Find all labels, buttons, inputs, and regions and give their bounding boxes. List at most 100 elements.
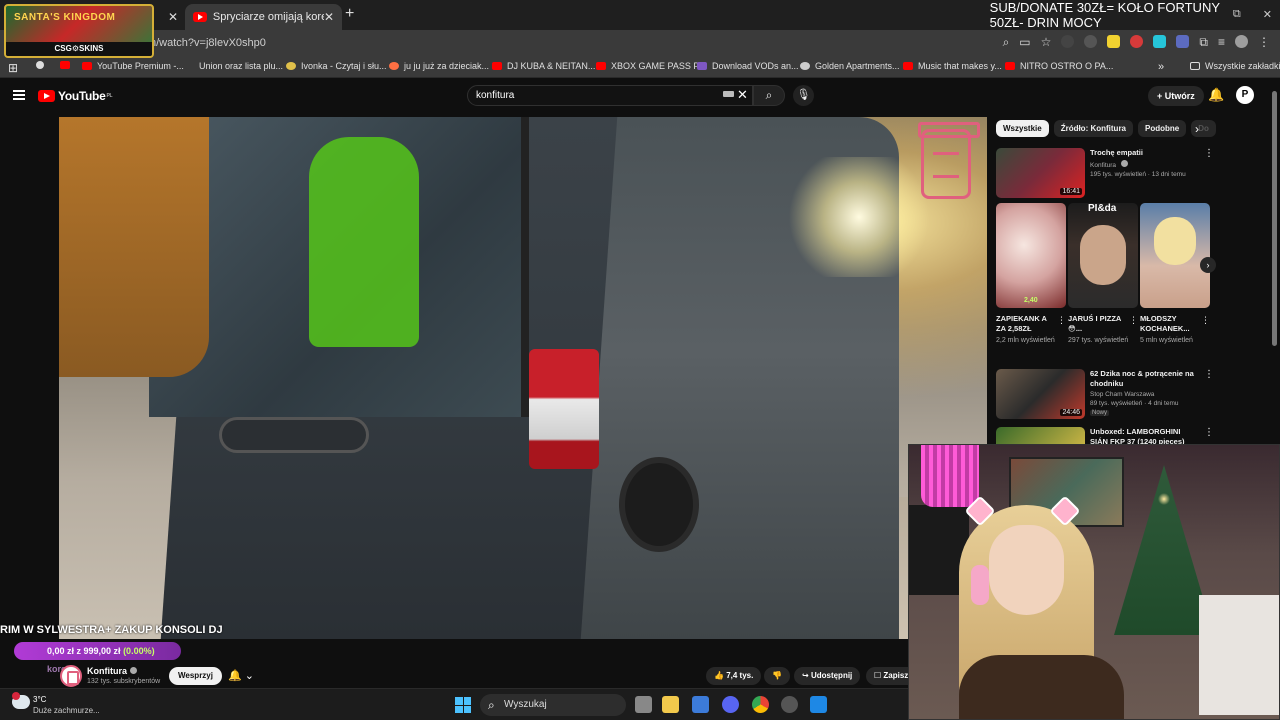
share-button[interactable]: ↪ Udostępnij [794, 667, 861, 685]
more-options-icon[interactable]: ⋮ [1201, 315, 1210, 326]
menu-dots-icon[interactable]: ⋮ [1258, 35, 1270, 50]
bookmarks-bar: ⊞ YouTube Premium -... Union oraz lista … [0, 56, 1280, 78]
more-options-icon[interactable]: ⋮ [1129, 315, 1138, 326]
search-input[interactable]: konfitura [467, 85, 753, 106]
task-view-icon[interactable] [635, 696, 652, 713]
more-options-icon[interactable]: ⋮ [1057, 315, 1066, 326]
file-explorer-icon[interactable] [662, 696, 679, 713]
subscription-bell-icon[interactable]: 🔔 ⌄ [228, 669, 254, 682]
save-button[interactable]: ☐ Zapisz [866, 667, 908, 685]
bookmark-item[interactable]: Golden Apartments... [800, 61, 900, 71]
video-title[interactable]: Trochę empatii [1090, 148, 1200, 158]
dislike-button[interactable]: 👎 [764, 667, 790, 685]
reading-list-icon[interactable]: ≡ [1218, 35, 1225, 50]
bookmark-item[interactable]: NITRO OSTRO O PA... [1005, 61, 1113, 71]
youtube-logo[interactable]: YouTube PL [38, 89, 113, 103]
chip-all[interactable]: Wszystkie [996, 120, 1049, 137]
apps-grid-icon[interactable]: ⊞ [8, 61, 18, 75]
video-title[interactable]: 62 Dzika noc & potrącenie na chodniku [1090, 369, 1200, 389]
extension-icon[interactable] [1130, 35, 1144, 48]
window-restore-icon[interactable]: ⧉ [1233, 8, 1241, 21]
extension-icon[interactable] [1084, 35, 1098, 48]
app-icon[interactable] [781, 696, 798, 713]
extension-icon[interactable] [1107, 35, 1121, 48]
chevron-right-icon[interactable]: » [1158, 61, 1164, 73]
keyboard-icon[interactable] [723, 91, 734, 97]
weather-temperature[interactable]: 3°C [33, 695, 46, 704]
window-close-icon[interactable]: ✕ [1263, 8, 1272, 21]
short-thumbnail[interactable]: 2,40 [996, 203, 1066, 308]
more-options-icon[interactable]: ⋮ [1204, 427, 1214, 438]
tab-active[interactable]: Spryciarze omijają korek - YouT ✕ [185, 4, 342, 30]
channel-name[interactable]: Konfitura [87, 666, 137, 676]
bookmark-item[interactable]: DJ KUBA & NEITAN... [492, 61, 595, 71]
recommendation-item[interactable]: 24:46 62 Dzika noc & potrącenie na chodn… [996, 369, 1214, 419]
channel-avatar[interactable] [60, 665, 82, 687]
extension-icon[interactable] [1176, 35, 1190, 48]
short-title[interactable]: ZAPIEKANK A ZA 2,58ZŁ [996, 314, 1052, 334]
bookmark-item[interactable]: YouTube Premium -... [82, 61, 184, 71]
save-icon: ☐ [874, 671, 884, 680]
toolbar-icons: ⌕ ▭ ☆ ⧉ ≡ ⋮ [1003, 35, 1270, 50]
notifications-bell-icon[interactable]: 🔔 [1208, 87, 1224, 103]
chevron-right-icon[interactable]: › [1200, 257, 1216, 273]
weather-description[interactable]: Duże zachmurze... [33, 706, 100, 715]
support-button[interactable]: Wesprzyj [169, 667, 222, 685]
video-player[interactable] [59, 117, 987, 639]
more-options-icon[interactable]: ⋮ [1204, 148, 1214, 159]
like-button[interactable]: 👍 7,4 tys. [706, 667, 762, 685]
chrome-icon[interactable] [752, 696, 769, 713]
windows-start-icon[interactable] [455, 697, 471, 713]
clear-search-icon[interactable]: ✕ [737, 87, 748, 103]
star-icon[interactable]: ☆ [1041, 35, 1052, 50]
extension-icon[interactable] [1061, 35, 1075, 48]
short-thumbnail[interactable]: PI&da [1068, 203, 1138, 308]
taskbar-search[interactable]: Wyszukaj [480, 694, 626, 716]
short-item[interactable]: 2,40 ZAPIEKANK A ZA 2,58ZŁ 2,2 mln wyświ… [996, 203, 1066, 345]
search-button[interactable]: ⌕ [753, 85, 785, 106]
menu-icon[interactable] [13, 90, 25, 100]
voice-search-button[interactable]: 🎙 [793, 85, 814, 106]
bookmark-item[interactable] [36, 61, 49, 69]
short-item[interactable]: PI&da JARUŚ I PIZZA 😳... 297 tys. wyświe… [1068, 203, 1138, 345]
promo-title: SANTA'S KINGDOM [14, 12, 116, 23]
short-title[interactable]: MŁODSZY KOCHANEK... [1140, 314, 1196, 334]
short-item[interactable]: MŁODSZY KOCHANEK... 5 mln wyświetleń ⋮ [1140, 203, 1210, 345]
bookmark-item[interactable]: XBOX GAME PASS P... [596, 61, 706, 71]
new-tab-button[interactable]: + [345, 5, 354, 23]
profile-icon[interactable] [1235, 35, 1248, 48]
donation-goal-bar: 0,00 zł z 999,00 zł (0.00%) korek [14, 642, 181, 674]
bookmark-item[interactable] [60, 61, 75, 69]
bookmarks-folder[interactable]: Wszystkie zakładki [1190, 61, 1280, 71]
discord-icon[interactable] [722, 696, 739, 713]
scrollbar[interactable] [1272, 91, 1277, 346]
bookmark-item[interactable]: ju ju już za dzieciak... [389, 61, 489, 71]
bookmark-item[interactable]: Ivonka - Czytaj i słu... [286, 61, 387, 71]
chip-source[interactable]: Źródło: Konfitura [1053, 120, 1134, 137]
extensions-puzzle-icon[interactable]: ⧉ [1199, 35, 1208, 50]
avatar[interactable]: P [1236, 86, 1254, 104]
tab-previous-close[interactable]: ✕ [160, 4, 182, 30]
zoom-icon[interactable]: ⌕ [1003, 35, 1010, 50]
extension-icon[interactable] [1153, 35, 1167, 48]
notes-icon[interactable] [810, 696, 827, 713]
close-icon[interactable]: ✕ [324, 10, 334, 24]
webcam-overlay [908, 444, 1280, 720]
short-title[interactable]: JARUŚ I PIZZA 😳... [1068, 314, 1124, 334]
url-field[interactable]: n/watch?v=j8levX0shp0 [150, 37, 266, 49]
short-thumbnail[interactable] [1140, 203, 1210, 308]
recommendation-item[interactable]: 16:41 Trochę empatii Konfitura 195 tys. … [996, 148, 1214, 198]
chevron-right-icon[interactable]: › [1195, 122, 1199, 136]
cast-icon[interactable]: ▭ [1019, 35, 1030, 50]
weather-cloud-icon[interactable] [12, 692, 30, 709]
bookmark-item[interactable]: Union oraz lista plu... [199, 61, 283, 71]
more-options-icon[interactable]: ⋮ [1204, 369, 1214, 380]
close-icon[interactable]: ✕ [168, 10, 178, 24]
bookmark-item[interactable]: Download VODs an... [697, 61, 799, 71]
store-icon[interactable] [692, 696, 709, 713]
video-thumbnail[interactable]: 24:46 [996, 369, 1085, 419]
bookmark-item[interactable]: Music that makes y... [903, 61, 1002, 71]
create-button[interactable]: + Utwórz [1148, 86, 1204, 106]
chip-related[interactable]: Podobne [1138, 120, 1187, 137]
video-thumbnail[interactable]: 16:41 [996, 148, 1085, 198]
